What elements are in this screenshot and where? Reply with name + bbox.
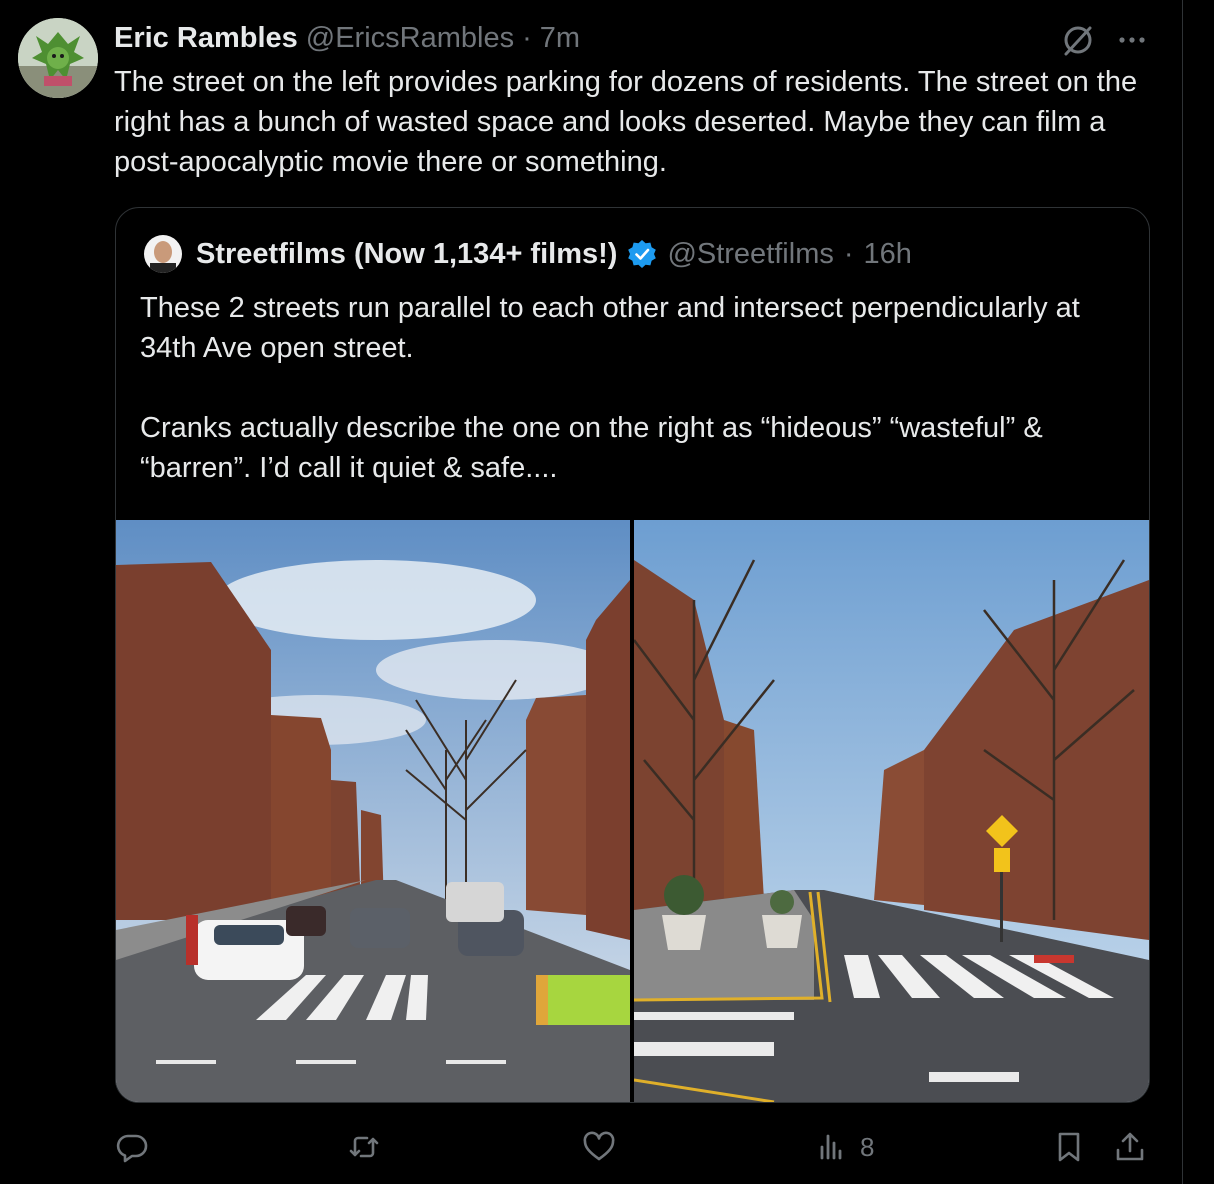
quoted-author-avatar[interactable]	[144, 235, 182, 273]
share-action[interactable]	[1112, 1122, 1148, 1172]
grok-icon[interactable]	[1058, 20, 1098, 60]
like-action[interactable]	[581, 1122, 627, 1172]
quoted-post-time[interactable]: 16h	[864, 238, 912, 271]
quoted-post-header: Streetfilms (Now 1,134+ films!) @Streetf…	[196, 234, 912, 274]
quoted-author-handle[interactable]: @Streetfilms	[667, 238, 833, 271]
timeline-divider	[1182, 0, 1183, 1184]
repost-action[interactable]	[346, 1122, 392, 1172]
views-count: 8	[860, 1131, 875, 1162]
post-time[interactable]: 7m	[540, 22, 580, 55]
quoted-paragraph-1: These 2 streets run parallel to each oth…	[140, 292, 1080, 364]
post-header: Eric Rambles @EricsRambles · 7m	[114, 18, 580, 58]
portrait-avatar-image	[144, 235, 182, 273]
quoted-post[interactable]: Streetfilms (Now 1,134+ films!) @Streetf…	[115, 207, 1150, 1103]
repost-icon	[349, 1136, 379, 1158]
street-with-parked-cars-photo[interactable]	[116, 520, 630, 1102]
like-icon	[583, 1131, 615, 1161]
author-avatar[interactable]	[18, 18, 98, 98]
share-icon	[1116, 1132, 1144, 1161]
quoted-author-name[interactable]: Streetfilms (Now 1,134+ films!)	[196, 238, 617, 271]
views-action[interactable]: 8	[814, 1122, 874, 1172]
post-actions-bar: 8	[0, 1122, 1182, 1172]
author-name[interactable]: Eric Rambles	[114, 22, 298, 55]
bookmark-icon	[1058, 1132, 1080, 1162]
quoted-paragraph-2: Cranks actually describe the one on the …	[140, 412, 1043, 484]
reply-icon	[116, 1134, 148, 1163]
quoted-post-text: These 2 streets run parallel to each oth…	[140, 288, 1130, 488]
dragon-avatar-image	[18, 18, 98, 98]
bookmark-action[interactable]	[1051, 1122, 1087, 1172]
post-text: The street on the left provides parking …	[114, 66, 1138, 178]
quoted-media	[116, 520, 1149, 1102]
views-icon	[820, 1134, 842, 1160]
verified-badge-icon	[628, 240, 657, 268]
reply-action[interactable]	[114, 1122, 160, 1172]
post-header-actions	[1058, 20, 1148, 60]
open-street-with-planters-photo[interactable]	[634, 520, 1149, 1102]
quoted-separator-dot: ·	[843, 237, 854, 270]
author-handle[interactable]: @EricsRambles	[306, 22, 514, 55]
separator-dot: ·	[522, 21, 532, 54]
more-icon[interactable]	[1112, 20, 1152, 60]
